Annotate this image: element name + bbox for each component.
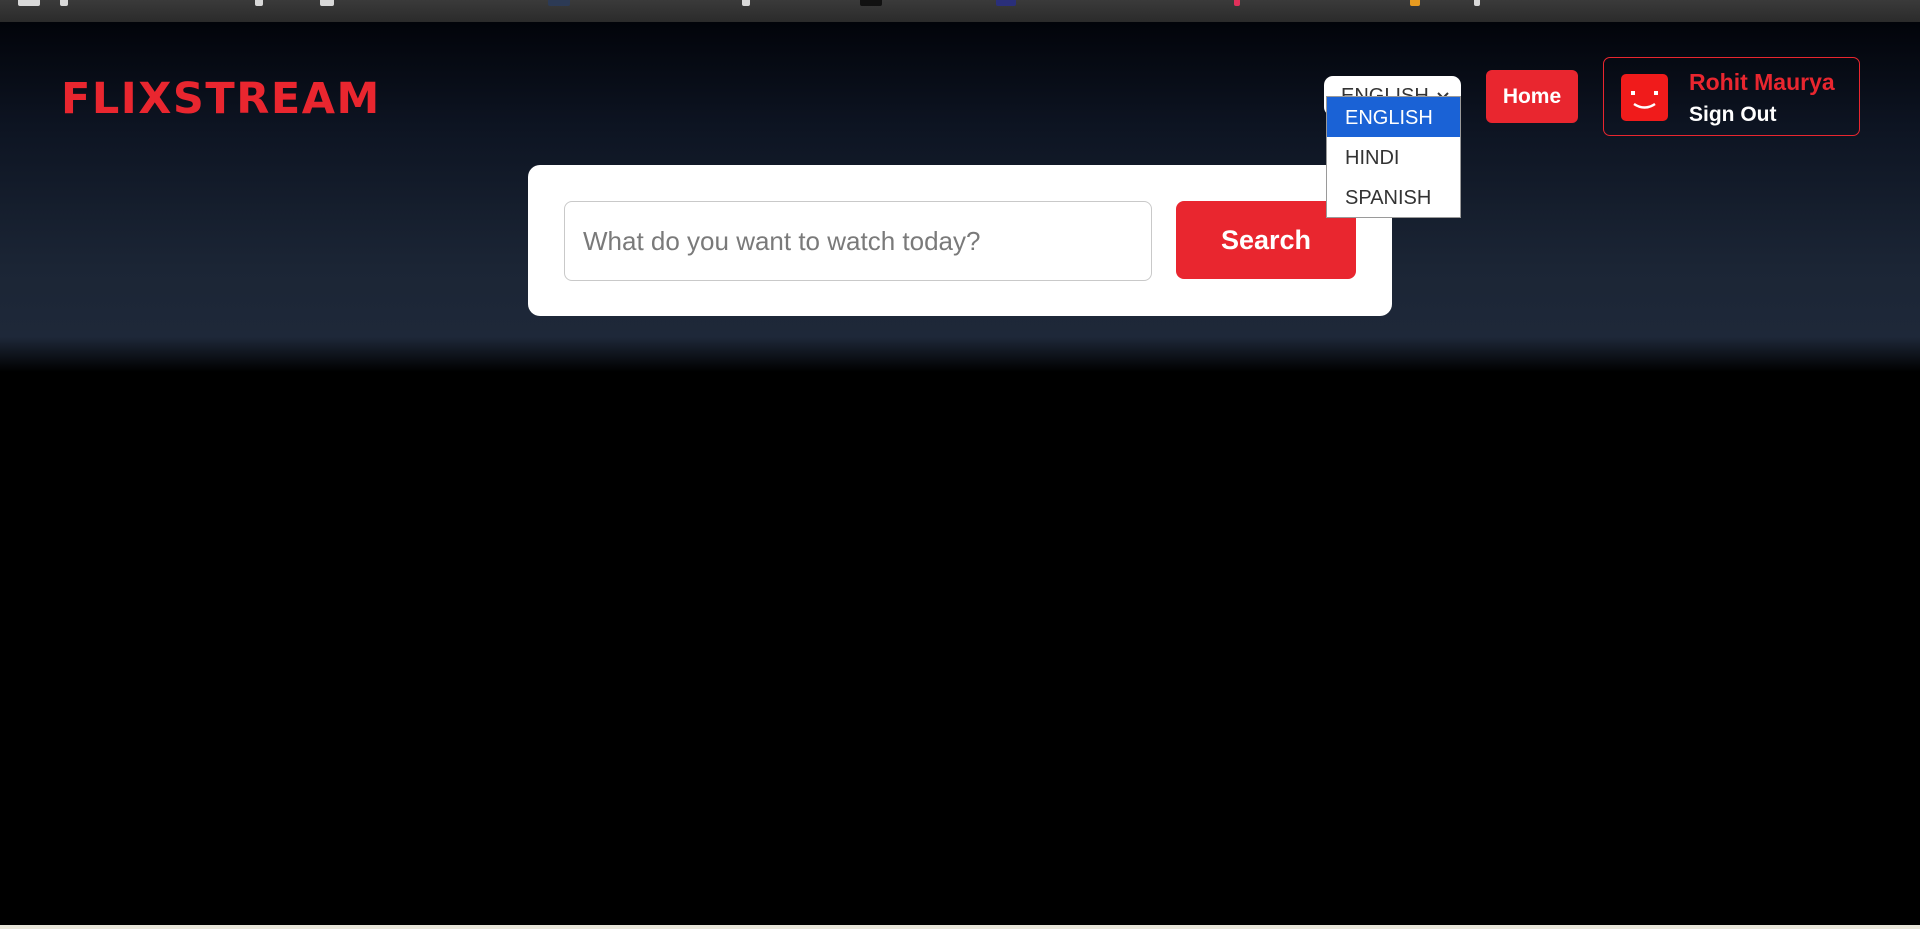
bookmark-fragment [1410, 0, 1420, 6]
language-option-hindi[interactable]: HINDI [1327, 137, 1460, 177]
hero-header: FLIXSTREAM ENGLISH Home Rohit Maurya Sig… [0, 22, 1920, 372]
bookmark-fragment [742, 0, 750, 6]
bookmark-fragment [996, 0, 1016, 6]
language-dropdown-menu: ENGLISH HINDI SPANISH [1326, 96, 1461, 218]
bookmark-fragment [18, 0, 40, 6]
window-bottom-edge [0, 925, 1920, 929]
bookmark-fragment [1234, 0, 1240, 6]
search-card: Search [528, 165, 1392, 316]
avatar [1621, 74, 1668, 121]
site-logo[interactable]: FLIXSTREAM [61, 74, 381, 124]
sign-out-link[interactable]: Sign Out [1689, 103, 1777, 127]
bookmark-fragment [860, 0, 882, 6]
bookmark-fragment [548, 0, 570, 6]
smiley-face-icon [1631, 91, 1658, 109]
home-button[interactable]: Home [1486, 70, 1578, 123]
user-profile-card[interactable]: Rohit Maurya Sign Out [1603, 57, 1860, 136]
bookmark-fragment [1474, 0, 1480, 6]
user-name: Rohit Maurya [1689, 69, 1835, 95]
bookmark-fragment [60, 0, 68, 6]
bookmark-fragment [255, 0, 263, 6]
bookmark-fragment [320, 0, 334, 6]
browser-bookmarks-strip [0, 0, 1920, 23]
language-option-spanish[interactable]: SPANISH [1327, 177, 1460, 217]
language-option-english[interactable]: ENGLISH [1327, 97, 1460, 137]
search-input[interactable] [564, 201, 1152, 281]
